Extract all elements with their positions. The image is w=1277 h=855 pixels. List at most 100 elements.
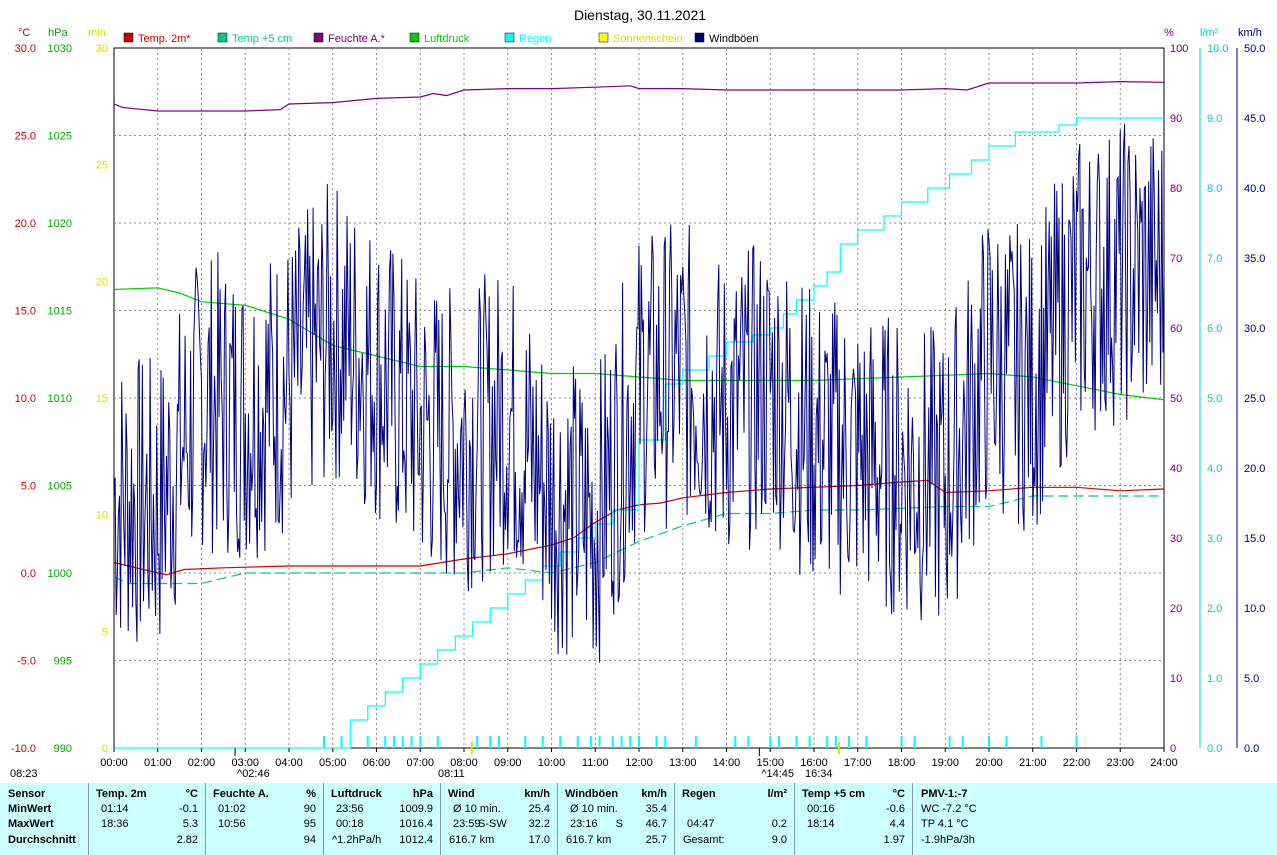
temp-axis-tick-label: 15.0 — [15, 306, 36, 318]
stats-col-temp5cm: Temp +5 cm °C 00:16 -0.6 18:14 4.4 1.97 — [794, 783, 913, 855]
stats-cell: 18:14 — [807, 818, 835, 830]
x-tick-label: 13:00 — [669, 757, 697, 769]
wind-axis-tick-label: 25.0 — [1244, 393, 1265, 405]
wind-axis-tick-label: 20.0 — [1244, 463, 1265, 475]
time-marker-label: ^14:45 — [761, 768, 794, 780]
x-tick-label: 05:00 — [319, 757, 347, 769]
humidity-axis-tick-label: 80 — [1170, 183, 1182, 195]
axis-unit-label: km/h — [1238, 27, 1262, 39]
stats-cell: 0.2 — [771, 818, 787, 830]
legend-label: Temp. 2m* — [138, 33, 191, 45]
sunshine-axis-tick-label: 5 — [102, 626, 108, 638]
pressure-axis-tick-label: 1010 — [48, 393, 72, 405]
stats-cell: 616.7 km — [566, 834, 612, 846]
stats-cell: 10:56 — [218, 818, 246, 830]
legend-label: Sonnenschein — [613, 33, 683, 45]
x-tick-label: 10:00 — [538, 757, 566, 769]
pressure-axis-tick-label: 1000 — [48, 568, 72, 580]
sunshine-axis-tick-label: 30 — [96, 43, 108, 55]
stats-cell: MaxWert — [8, 818, 54, 830]
stats-cell: Luftdruck — [331, 788, 382, 800]
axis-unit-label: % — [1164, 27, 1174, 39]
wind-axis-tick-label: 10.0 — [1244, 603, 1265, 615]
temp-axis-tick-label: 25.0 — [15, 131, 36, 143]
wind-axis-tick-label: 45.0 — [1244, 113, 1265, 125]
rain-axis-tick-label: 10.0 — [1207, 43, 1228, 55]
x-tick-label: 02:00 — [188, 757, 216, 769]
temp-axis-tick-label: -5.0 — [17, 656, 36, 668]
legend-label: Regen — [519, 33, 551, 45]
stats-cell: Temp. 2m — [96, 788, 147, 800]
legend-swatch — [123, 32, 134, 43]
stats-cell: km/h — [641, 788, 667, 800]
rain-axis-tick-label: 6.0 — [1207, 323, 1222, 335]
stats-cell: Regen — [682, 788, 716, 800]
stats-cell: MinWert — [8, 803, 52, 815]
x-tick-label: 01:00 — [144, 757, 172, 769]
stats-cell: 23:56 — [336, 803, 364, 815]
temp-axis-tick-label: 30.0 — [15, 43, 36, 55]
stats-cell: 25.4 — [528, 803, 550, 815]
stats-cell: 00:16 — [807, 803, 835, 815]
legend-label: Windböen — [709, 33, 759, 45]
rain-axis-tick-label: 3.0 — [1207, 533, 1222, 545]
x-tick-label: 17:00 — [844, 757, 872, 769]
temp-axis-tick-label: 5.0 — [21, 481, 36, 493]
stats-cell: Durchschnitt — [8, 834, 76, 846]
rain-axis-tick-label: 1.0 — [1207, 673, 1222, 685]
x-tick-label: 06:00 — [363, 757, 391, 769]
stats-cell: Windböen — [565, 788, 619, 800]
stats-cell: 1.97 — [883, 834, 905, 846]
legend-swatch — [217, 32, 228, 43]
stats-cell: PMV-1:-7 — [921, 788, 968, 800]
x-tick-label: 11:00 — [582, 757, 609, 769]
humidity-axis-tick-label: 60 — [1170, 323, 1182, 335]
legend-label: Feuchte A.* — [328, 33, 386, 45]
pressure-axis-tick-label: 995 — [54, 656, 72, 668]
stats-cell: TP 4.1 °C — [921, 818, 969, 830]
stats-col-pmv: PMV-1:-7 WC -7.2 °C TP 4.1 °C -1.9hPa/3h — [912, 783, 1277, 855]
wind-axis-tick-label: 40.0 — [1244, 183, 1265, 195]
stats-cell: 90 — [303, 803, 316, 815]
stats-cell: km/h — [524, 788, 550, 800]
legend-swatch — [504, 32, 515, 43]
time-marker-label: ^02:46 — [237, 768, 270, 780]
humidity-axis-tick-label: 40 — [1170, 463, 1182, 475]
wind-axis-tick-label: 50.0 — [1244, 43, 1265, 55]
rain-axis-tick-label: 7.0 — [1207, 253, 1222, 265]
stats-cell: 616.7 km — [449, 834, 495, 846]
axis-unit-label: °C — [18, 27, 30, 39]
sunshine-time-label: 16:34 — [805, 768, 833, 780]
legend-label: Luftdruck — [424, 33, 470, 45]
stats-cell: 32.2 — [528, 818, 550, 830]
chart-grid — [113, 47, 1165, 749]
x-tick-label: 21:00 — [1019, 757, 1047, 769]
stats-cell: 9.0 — [771, 834, 787, 846]
temp-axis-tick-label: 20.0 — [15, 218, 36, 230]
wind-axis-tick-label: 15.0 — [1244, 533, 1265, 545]
stats-cell: Wind — [448, 788, 475, 800]
sunshine-axis-tick-label: 0 — [102, 743, 108, 755]
wind-axis-tick-label: 30.0 — [1244, 323, 1265, 335]
stats-cell: -0.1 — [179, 803, 198, 815]
x-tick-label: 00:00 — [100, 757, 128, 769]
stats-cell: 01:02 — [218, 803, 246, 815]
rain-axis-tick-label: 0.0 — [1207, 743, 1222, 755]
stats-cell: 01:14 — [101, 803, 129, 815]
humidity-axis-tick-label: 70 — [1170, 253, 1182, 265]
stats-cell: °C — [892, 788, 905, 800]
humidity-axis-tick-label: 0 — [1170, 743, 1176, 755]
axis-unit-label: min — [88, 27, 106, 39]
sunshine-axis-tick-label: 10 — [96, 510, 108, 522]
chart-legend: Temp. 2m* Temp +5 cm Feuchte A.* Luftdruck R… — [123, 32, 759, 45]
stats-cell: 04:47 — [687, 818, 715, 830]
stats-cell: 25.7 — [645, 834, 667, 846]
x-tick-label: 14:00 — [713, 757, 741, 769]
stats-cell: 18:36 — [101, 818, 129, 830]
humidity-axis-tick-label: 10 — [1170, 673, 1182, 685]
stats-col-pressure: Luftdruck hPa 23:56 1009.9 00:18 1016.4 ^1.2hP… — [323, 783, 441, 855]
rain-axis-tick-label: 4.0 — [1207, 463, 1222, 475]
x-tick-label: 23:00 — [1106, 757, 1134, 769]
sunshine-axis-tick-label: 20 — [96, 276, 108, 288]
rain-axis-tick-label: 9.0 — [1207, 113, 1222, 125]
